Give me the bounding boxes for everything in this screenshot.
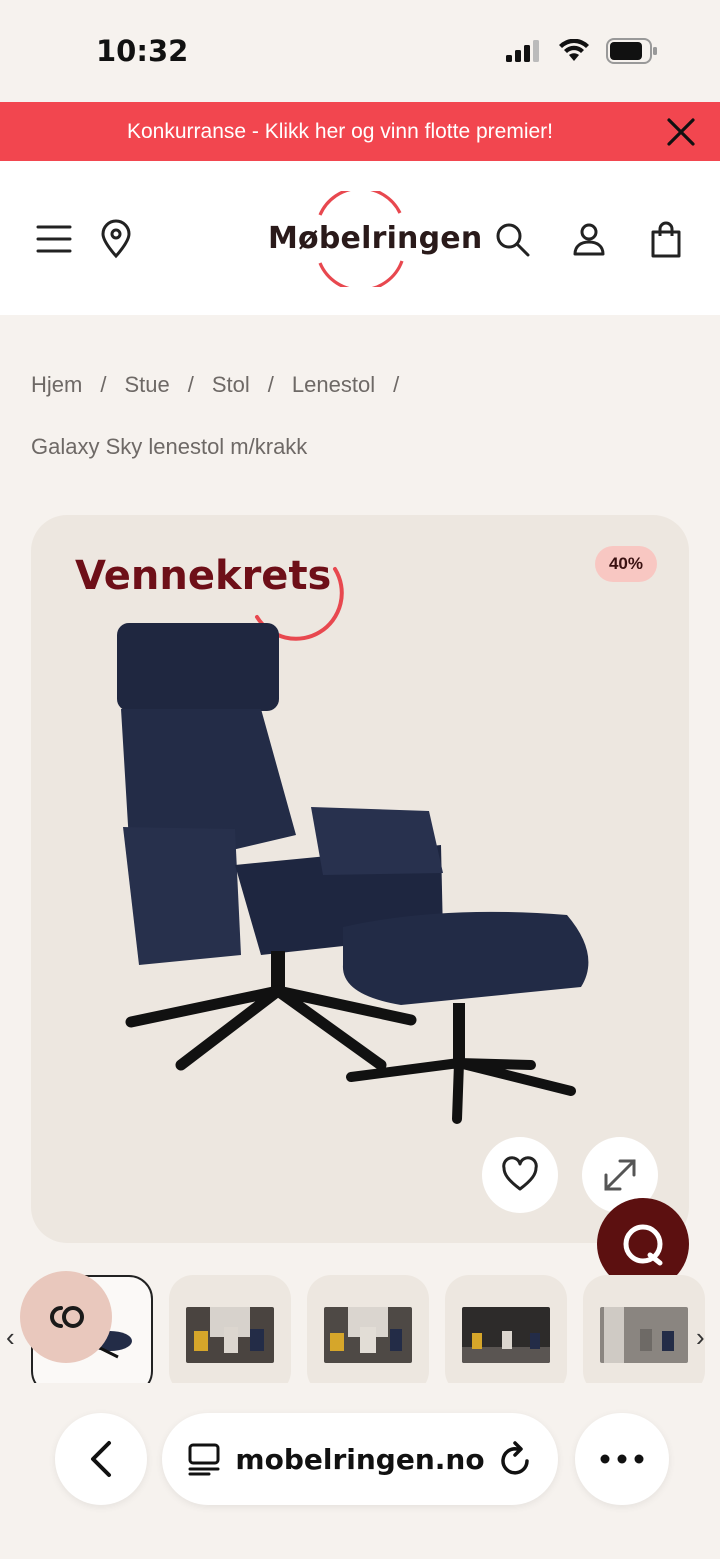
thumbnail-5[interactable] [583,1275,705,1383]
breadcrumb-separator: / [187,372,194,397]
thumbnail-next-icon[interactable]: › [696,1322,705,1353]
chat-icon [623,1224,663,1266]
breadcrumb-separator: / [267,372,274,397]
co-icon [50,1306,84,1328]
store-location-icon[interactable] [96,219,136,259]
breadcrumb-item-lenestol[interactable]: Lenestol [292,372,375,398]
close-icon[interactable] [666,117,696,147]
wifi-icon [559,39,589,61]
discount-badge: 40% [594,546,657,582]
breadcrumb-current: Galaxy Sky lenestol m/krakk [31,434,308,459]
status-bar: 10:32 [0,0,720,102]
heart-icon [502,1156,538,1191]
thumbnail-image [186,1307,274,1363]
cart-icon[interactable] [646,219,686,259]
product-image [117,623,589,1124]
breadcrumb-item-stol[interactable]: Stol [212,372,250,398]
search-icon[interactable] [492,219,532,259]
chevron-left-icon [91,1441,111,1477]
expand-icon [604,1159,636,1191]
status-time: 10:32 [96,34,189,68]
reader-icon [188,1443,220,1476]
promo-banner[interactable]: Konkurranse - Klikk her og vinn flotte p… [0,102,720,161]
favorite-button[interactable] [482,1137,558,1213]
menu-icon[interactable] [34,219,74,259]
product-image-card[interactable]: Vennekrets 40% [31,515,689,1243]
more-button[interactable] [575,1413,669,1505]
more-icon [600,1454,644,1464]
breadcrumb: Hjem / Stue / Stol / Lenestol / Galaxy S… [31,372,690,459]
accessibility-button[interactable] [20,1271,112,1363]
thumbnail-image [600,1307,688,1363]
browser-toolbar: mobelringen.no [0,1383,720,1559]
thumbnail-4[interactable] [445,1275,567,1383]
thumbnail-3[interactable] [307,1275,429,1383]
address-bar[interactable]: mobelringen.no [162,1413,558,1505]
battery-icon [606,38,657,64]
logo-text: Møbelringen [268,221,483,256]
back-button[interactable] [55,1413,147,1505]
status-icons [506,38,658,64]
thumbnail-image [324,1307,412,1363]
breadcrumb-item-home[interactable]: Hjem [31,372,82,398]
site-header: Møbelringen [0,161,720,315]
signal-icon [506,40,539,62]
reload-icon[interactable] [499,1441,533,1477]
url-text[interactable]: mobelringen.no [235,1443,484,1476]
site-logo[interactable]: Møbelringen [262,191,482,287]
breadcrumb-separator: / [100,372,107,397]
breadcrumb-separator: / [393,372,400,397]
account-icon[interactable] [569,219,609,259]
breadcrumb-item-stue[interactable]: Stue [124,372,169,398]
promo-text[interactable]: Konkurranse - Klikk her og vinn flotte p… [127,120,553,144]
thumbnail-2[interactable] [169,1275,291,1383]
thumbnail-image [462,1307,550,1363]
